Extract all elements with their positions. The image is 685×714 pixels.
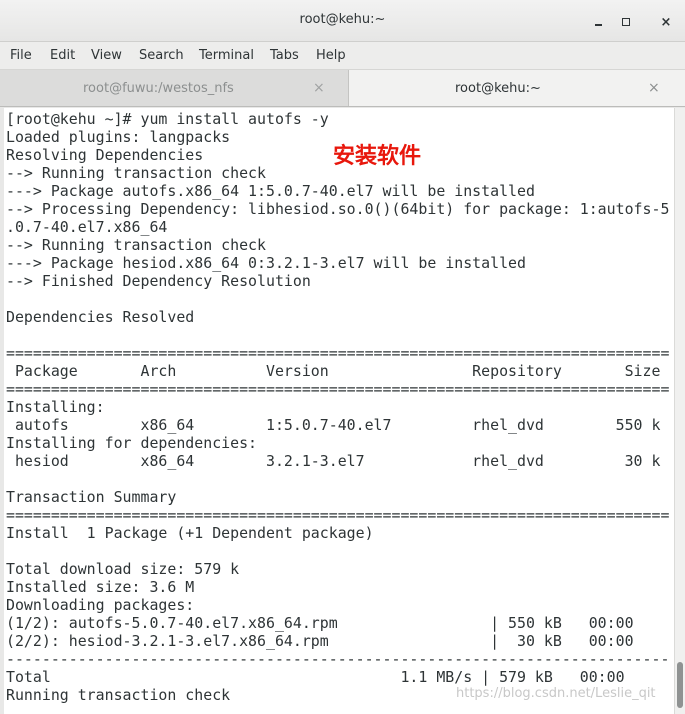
terminal-line: Package Arch Version Repository Size bbox=[6, 362, 661, 380]
terminal-line: (1/2): autofs-5.0.7-40.el7.x86_64.rpm | … bbox=[6, 614, 634, 632]
menu-file[interactable]: File bbox=[10, 48, 32, 63]
terminal-line: [root@kehu ~]# yum install autofs -y bbox=[6, 110, 329, 128]
close-icon: × bbox=[660, 15, 672, 30]
terminal-line: autofs x86_64 1:5.0.7-40.el7 rhel_dvd 55… bbox=[6, 416, 661, 434]
terminal-line: .0.7-40.el7.x86_64 bbox=[6, 218, 168, 236]
terminal-line: hesiod x86_64 3.2.1-3.el7 rhel_dvd 30 k bbox=[6, 452, 661, 470]
terminal-line: Dependencies Resolved bbox=[6, 308, 195, 326]
terminal-window: root@kehu:~ × File Edit View Search Term… bbox=[0, 0, 685, 714]
scrollbar-thumb[interactable] bbox=[677, 662, 683, 708]
title-bar[interactable]: root@kehu:~ × bbox=[0, 0, 685, 42]
tab-label: root@kehu:~ bbox=[455, 81, 541, 96]
terminal-line: Install 1 Package (+1 Dependent package) bbox=[6, 524, 374, 542]
tab-label: root@fuwu:/westos_nfs bbox=[83, 81, 234, 96]
scrollbar[interactable] bbox=[674, 108, 685, 714]
terminal-lines: [root@kehu ~]# yum install autofs -y Load… bbox=[6, 110, 669, 704]
terminal-line: Transaction Summary bbox=[6, 488, 177, 506]
menu-view[interactable]: View bbox=[91, 48, 122, 63]
menu-edit[interactable]: Edit bbox=[50, 48, 75, 63]
terminal-line: --> Processing Dependency: libhesiod.so.… bbox=[6, 200, 670, 218]
menu-bar: File Edit View Search Terminal Tabs Help bbox=[0, 42, 685, 70]
terminal-line: ----------------------------------------… bbox=[6, 650, 670, 668]
menu-tabs[interactable]: Tabs bbox=[270, 48, 299, 63]
terminal-line: --> Finished Dependency Resolution bbox=[6, 272, 311, 290]
terminal-line: ========================================… bbox=[6, 380, 670, 398]
minimize-button[interactable] bbox=[587, 10, 609, 32]
tab-bar: root@fuwu:/westos_nfs × root@kehu:~ × bbox=[0, 70, 685, 107]
maximize-button[interactable] bbox=[615, 10, 637, 32]
tab-kehu[interactable]: root@kehu:~ × bbox=[349, 70, 685, 106]
close-window-button[interactable]: × bbox=[655, 10, 677, 32]
terminal-line: (2/2): hesiod-3.2.1-3.el7.x86_64.rpm | 3… bbox=[6, 632, 634, 650]
tab-close-icon[interactable]: × bbox=[648, 80, 660, 96]
terminal-line: ---> Package hesiod.x86_64 0:3.2.1-3.el7… bbox=[6, 254, 526, 272]
menu-help[interactable]: Help bbox=[316, 48, 346, 63]
maximize-icon bbox=[622, 17, 630, 26]
terminal-line: ========================================… bbox=[6, 344, 670, 362]
terminal-line: Total 1.1 MB/s | 579 kB 00:00 bbox=[6, 668, 625, 686]
minimize-icon bbox=[594, 23, 602, 26]
terminal-line: Installed size: 3.6 M bbox=[6, 578, 195, 596]
terminal-line: Installing: bbox=[6, 398, 105, 416]
terminal-output[interactable]: [root@kehu ~]# yum install autofs -y Load… bbox=[4, 108, 674, 714]
terminal-line: Downloading packages: bbox=[6, 596, 195, 614]
menu-search[interactable]: Search bbox=[139, 48, 184, 63]
red-annotation: 安装软件 bbox=[333, 144, 422, 169]
terminal-line: Total download size: 579 k bbox=[6, 560, 240, 578]
terminal-line: Installing for dependencies: bbox=[6, 434, 258, 452]
tab-fuwu[interactable]: root@fuwu:/westos_nfs × bbox=[0, 70, 349, 106]
terminal-line: ========================================… bbox=[6, 506, 670, 524]
terminal-line: --> Running transaction check bbox=[6, 236, 266, 254]
window-title: root@kehu:~ bbox=[299, 12, 386, 27]
terminal-line: ---> Package autofs.x86_64 1:5.0.7-40.el… bbox=[6, 182, 535, 200]
watermark: https://blog.csdn.net/Leslie_qit bbox=[456, 686, 656, 701]
menu-terminal[interactable]: Terminal bbox=[199, 48, 254, 63]
tab-close-icon[interactable]: × bbox=[313, 80, 325, 96]
